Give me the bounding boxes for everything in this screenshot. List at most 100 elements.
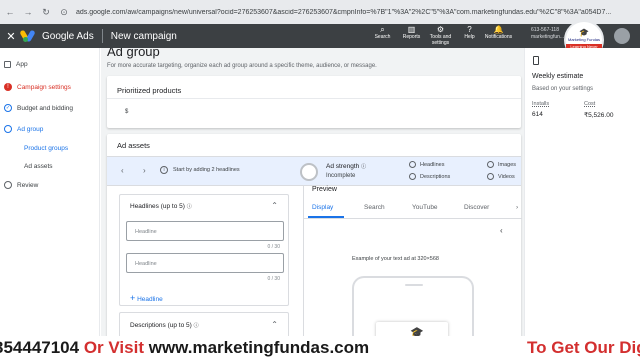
headline-input[interactable]: Headline [126,221,284,241]
add-headline-button[interactable]: + Headline [130,293,163,303]
notifications-label: Notifications [484,34,513,40]
error-icon: ! [4,83,12,91]
headlines-title: Headlines (up to 5) ⓘ [130,203,192,210]
estimate-title: Weekly estimate [532,73,584,80]
ad-strength-value: Incomplete [326,173,356,179]
google-ads-logo-icon [19,29,38,43]
descriptions-card: Descriptions (up to 5) ⓘ ⌃ [119,312,289,336]
tabs-more-icon[interactable]: › [516,204,518,211]
sidebar-subitem-ad-assets[interactable]: Ad assets [24,163,53,170]
sidebar-item-ad-group[interactable]: Ad group [4,125,43,133]
ad-strength-label: Ad strength ⓘ [326,163,367,170]
avatar[interactable] [614,28,630,44]
sidebar-subitem-product-groups[interactable]: Product groups [24,145,68,152]
preview-example-label: Example of your text ad at 320×568 [352,256,439,262]
current-step-icon [4,125,12,133]
tab-display[interactable]: Display [312,204,333,211]
sidebar-item-review[interactable]: Review [4,181,38,189]
weekly-estimate-panel: Weekly estimate Based on your settings I… [524,48,640,336]
sidebar-item-app[interactable]: App [4,61,28,68]
tools-settings-label: Tools and settings [429,34,452,46]
prioritized-products-value[interactable]: $ [125,109,128,115]
banner-cta: To Get Our Dig [527,338,640,357]
tab-discover[interactable]: Discover [464,204,489,211]
ads-header: ✕ Google Ads New campaign ⌕ Search ▥ Rep… [0,24,640,48]
sidebar: App ! Campaign settings ✓ Budget and bid… [0,48,100,336]
banner-text: 354447104 Or Visit www.marketingfundas.c… [0,336,369,360]
chevron-up-icon[interactable]: ⌃ [271,201,278,210]
checklist-headlines: Headlines [409,161,444,168]
brand-name: Google Ads [42,30,94,42]
watermark-line1: Marketing [567,37,586,42]
char-counter: 0 / 30 [267,276,280,282]
section-title: Ad group [107,48,160,59]
checklist-images: Images [487,161,516,168]
forward-icon[interactable]: → [22,7,34,17]
address-field[interactable]: ads.google.com/aw/campaigns/new/universa… [76,9,636,16]
plus-icon: + [130,293,136,303]
headline-input[interactable]: Headline [126,253,284,273]
site-info-icon[interactable]: ⊙ [58,7,70,18]
account-info[interactable]: 613-567-118 marketingfun... [531,27,564,40]
help-outline-icon: ⓘ [186,204,192,210]
sidebar-item-label: App [16,61,28,68]
prioritized-products-card: Prioritized products $ [107,76,521,128]
chevron-left-icon[interactable]: ‹ [500,226,503,235]
graduation-cap-icon: 🎓 [579,28,589,37]
tabs-divider [304,218,522,219]
graduation-cap-icon: 🎓 [410,327,424,336]
preview-title: Preview [312,186,337,193]
banner-phone: 354447104 [0,338,80,357]
page-title: New campaign [110,30,177,42]
account-name: marketingfun... [531,33,565,40]
pending-step-icon [4,181,12,189]
installs-label: Installs [532,101,550,107]
circle-icon [409,173,416,180]
char-counter: 0 / 30 [267,244,280,250]
divider [107,98,521,99]
help-outline-icon: ⓘ [361,164,367,170]
reports-label: Reports [402,34,421,40]
help-outline-icon: ⓘ [193,323,199,329]
ad-strength-ring [300,163,318,181]
descriptions-title: Descriptions (up to 5) ⓘ [130,322,199,329]
reports-button[interactable]: ▥ Reports [397,24,426,48]
chevron-left-icon[interactable]: ‹ [121,166,124,175]
browser-url-bar: ← → ↻ ⊙ ads.google.com/aw/campaigns/new/… [0,0,640,24]
sidebar-item-label: Budget and bidding [17,104,74,112]
sidebar-item-label: Ad group [17,125,44,133]
phone-icon [533,56,539,65]
banner-or-visit: Or Visit [83,338,144,357]
installs-value: 614 [532,111,543,118]
checklist-videos: Videos [487,173,515,180]
sidebar-item-label: Review [17,181,39,189]
help-button[interactable]: ? Help [455,24,484,48]
notifications-button[interactable]: 🔔 Notifications [484,24,513,48]
ad-preview-card: 🎓 [376,322,448,336]
start-hint: Start by adding 2 headlines [173,167,240,173]
search-button[interactable]: ⌕ Search [368,24,397,48]
chevron-right-icon[interactable]: › [143,166,146,175]
search-label: Search [374,34,391,40]
ad-strength-strip: ‹ › i Start by adding 2 headlines Ad str… [107,156,521,186]
circle-icon [409,161,416,168]
cost-value: ₹5,526.00 [584,112,614,119]
ad-assets-title: Ad assets [117,141,150,150]
chevron-up-icon[interactable]: ⌃ [271,320,278,329]
tab-youtube[interactable]: YouTube [412,204,438,211]
prioritized-products-title: Prioritized products [117,86,182,95]
tab-search[interactable]: Search [364,204,385,211]
circle-icon [487,161,494,168]
sidebar-item-budget-bidding[interactable]: ✓ Budget and bidding [4,104,73,112]
headlines-card: Headlines (up to 5) ⓘ ⌃ Headline 0 / 30 … [119,194,289,306]
check-circle-icon: ✓ [4,104,12,112]
info-icon: i [160,166,168,174]
tools-settings-button[interactable]: ⚙ Tools and settings [426,24,455,48]
back-icon[interactable]: ← [4,7,16,17]
phone-mockup: 🎓 [352,276,474,336]
promo-banner: 354447104 Or Visit www.marketingfundas.c… [0,336,640,360]
estimate-subtitle: Based on your settings [532,86,594,92]
reload-icon[interactable]: ↻ [40,7,52,18]
close-icon[interactable]: ✕ [0,30,22,43]
sidebar-item-campaign-settings[interactable]: ! Campaign settings [4,83,71,91]
